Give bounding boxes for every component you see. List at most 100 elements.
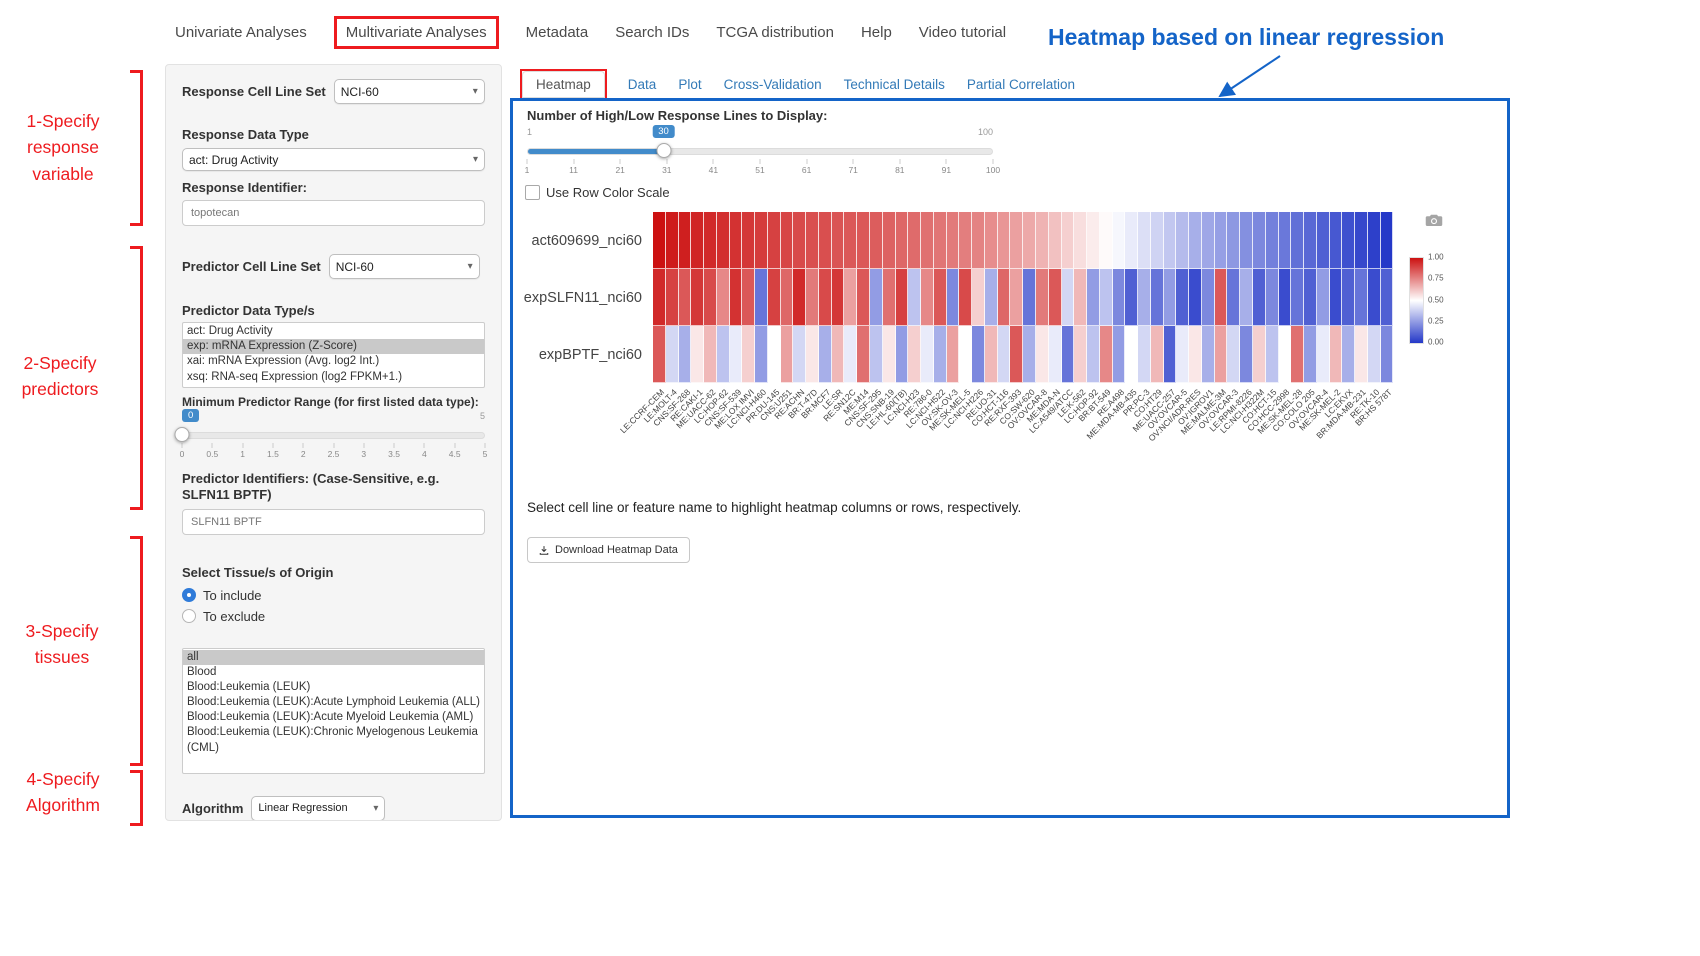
slider-tick-label: 0.5	[206, 449, 218, 459]
heatmap-cell	[934, 326, 947, 383]
heatmap-row-label[interactable]: act609699_nci60	[513, 212, 649, 269]
colorbar-tick-label: 1.00	[1428, 253, 1444, 262]
heatmap-cell	[768, 269, 781, 326]
heatmap-row-label[interactable]: expBPTF_nci60	[513, 326, 649, 383]
heatmap-cell	[1074, 269, 1087, 326]
min-predictor-range-slider[interactable]: 5 0 00.511.522.533.544.55	[182, 411, 485, 463]
heatmap-cell	[1151, 326, 1164, 383]
tab-data[interactable]: Data	[619, 70, 666, 99]
heatmap-cell	[653, 326, 666, 383]
heatmap-cell	[1125, 212, 1138, 269]
slider-tick-label: 100	[986, 165, 1000, 175]
heatmap-cell	[1125, 326, 1138, 383]
heatmap-row-label[interactable]: expSLFN11_nci60	[513, 269, 649, 326]
slider-handle[interactable]	[656, 143, 671, 158]
heatmap-hint-text: Select cell line or feature name to high…	[527, 500, 1021, 515]
slider-track[interactable]	[527, 148, 993, 155]
tissue-exclude-label: To exclude	[203, 609, 265, 624]
tab-partial-correlation[interactable]: Partial Correlation	[958, 70, 1084, 99]
heatmap-cell	[1266, 269, 1279, 326]
slider-tick-mark	[620, 159, 621, 164]
heatmap-cell	[1240, 326, 1253, 383]
heatmap-cell	[768, 326, 781, 383]
checkbox-icon	[525, 185, 540, 200]
bracket-1	[130, 70, 143, 226]
heatmap-cell	[1164, 269, 1177, 326]
tab-cross-validation[interactable]: Cross-Validation	[715, 70, 831, 99]
heatmap-cell	[819, 212, 832, 269]
predictor-cell-line-set-select[interactable]: NCI-60 ▾	[329, 254, 480, 279]
camera-icon[interactable]	[1425, 213, 1443, 227]
heatmap-cell	[1010, 326, 1023, 383]
tab-technical-details[interactable]: Technical Details	[835, 70, 954, 99]
predictor-data-type-option[interactable]: act: Drug Activity	[183, 324, 484, 339]
tissue-option[interactable]: all	[183, 650, 484, 665]
tab-heatmap[interactable]: Heatmap	[522, 71, 605, 98]
lines-to-display-slider[interactable]: 1 100 30 1112131415161718191100	[527, 127, 993, 179]
heatmap-cell	[742, 212, 755, 269]
predictor-data-type-option[interactable]: xai: mRNA Expression (Avg. log2 Int.)	[183, 354, 484, 369]
colorbar-tick-label: 0.50	[1428, 295, 1444, 304]
heatmap-row	[653, 269, 1393, 326]
predictor-identifiers-input[interactable]	[182, 509, 485, 535]
slider-track[interactable]	[182, 432, 485, 439]
predictor-data-type-option[interactable]: exp: mRNA Expression (Z-Score)	[183, 339, 484, 354]
heatmap-cell	[921, 326, 934, 383]
heatmap-cell	[1342, 269, 1355, 326]
heatmap-cell	[730, 212, 743, 269]
heatmap-cell	[1368, 212, 1381, 269]
tissue-option[interactable]: Blood:Leukemia (LEUK):Chronic Myelogenou…	[183, 725, 484, 755]
heatmap-cell	[1342, 212, 1355, 269]
heatmap-cell	[844, 212, 857, 269]
nav-item-metadata[interactable]: Metadata	[526, 24, 589, 41]
heatmap-canvas[interactable]	[653, 212, 1393, 383]
tissue-option[interactable]: Blood:Leukemia (LEUK):Acute Myeloid Leuk…	[183, 710, 484, 725]
tissue-exclude-radio[interactable]: To exclude	[182, 609, 485, 624]
slider-tick-label: 71	[848, 165, 857, 175]
nav-item-univariate-analyses[interactable]: Univariate Analyses	[175, 24, 307, 41]
heatmap-cell	[1279, 212, 1292, 269]
slider-tick-mark	[182, 443, 183, 448]
heatmap-cell	[1279, 269, 1292, 326]
heatmap-cell	[1151, 212, 1164, 269]
nav-item-video-tutorial[interactable]: Video tutorial	[919, 24, 1006, 41]
response-cell-line-set-select[interactable]: NCI-60 ▾	[334, 79, 485, 104]
heatmap-cell	[1151, 269, 1164, 326]
chevron-down-icon: ▾	[473, 154, 478, 165]
tissue-include-radio[interactable]: To include	[182, 588, 485, 603]
heatmap-cell	[717, 326, 730, 383]
nav-item-tcga-distribution[interactable]: TCGA distribution	[716, 24, 834, 41]
heatmap-cell	[883, 326, 896, 383]
radio-selected-icon	[182, 588, 196, 602]
nav-item-help[interactable]: Help	[861, 24, 892, 41]
download-heatmap-data-button[interactable]: Download Heatmap Data	[527, 537, 690, 563]
use-row-color-scale-checkbox[interactable]: Use Row Color Scale	[525, 185, 670, 200]
bracket-3	[130, 536, 143, 766]
slider-tick-mark	[853, 159, 854, 164]
heatmap-cell	[1317, 326, 1330, 383]
slider-tick-mark	[993, 159, 994, 164]
tissue-option[interactable]: Blood:Leukemia (LEUK)	[183, 680, 484, 695]
nav-item-search-ids[interactable]: Search IDs	[615, 24, 689, 41]
heatmap-cell	[1215, 326, 1228, 383]
heatmap-cell	[1049, 326, 1062, 383]
response-data-type-select[interactable]: act: Drug Activity ▾	[182, 148, 485, 171]
heatmap-cell	[742, 326, 755, 383]
response-identifier-input[interactable]	[182, 200, 485, 226]
heatmap-cell	[870, 326, 883, 383]
slider-tick-label: 2	[301, 449, 306, 459]
heatmap-cell	[1100, 212, 1113, 269]
tissue-option[interactable]: Blood	[183, 665, 484, 680]
algorithm-select[interactable]: Linear Regression ▾	[251, 796, 385, 821]
heatmap-cell	[755, 212, 768, 269]
slider-handle[interactable]	[175, 427, 190, 442]
predictor-data-type-option[interactable]: xsq: RNA-seq Expression (log2 FPKM+1.)	[183, 370, 484, 385]
tissue-option[interactable]: Blood:Leukemia (LEUK):Acute Lymphoid Leu…	[183, 695, 484, 710]
tab-plot[interactable]: Plot	[669, 70, 710, 99]
heatmap-cell	[947, 212, 960, 269]
step-4-label: 4-Specify Algorithm	[6, 766, 120, 819]
nav-item-multivariate-analyses[interactable]: Multivariate Analyses	[346, 24, 487, 41]
heatmap-cell	[896, 326, 909, 383]
step-1-label: 1-Specify response variable	[8, 108, 118, 187]
slider-tick-label: 5	[483, 449, 488, 459]
